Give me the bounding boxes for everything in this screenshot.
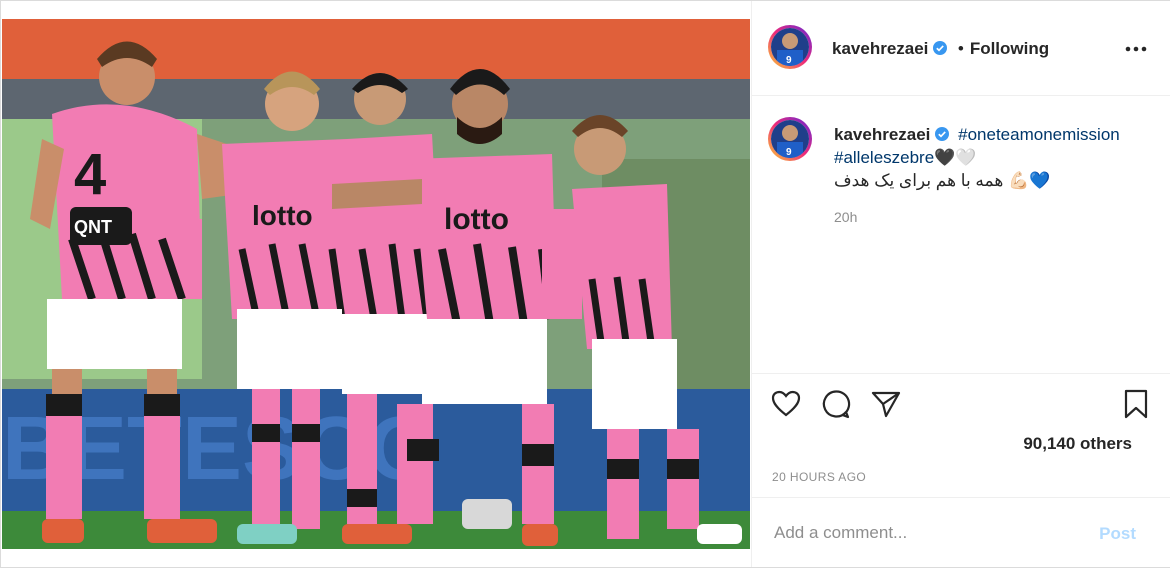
verified-badge-icon (935, 127, 950, 141)
sleeve-sponsor: QNT (74, 217, 112, 237)
caption-username[interactable]: kavehrezaei (834, 125, 930, 144)
team-photo-illustration: BETESCO 4 QNT lotto lotto (2, 19, 750, 549)
caption-text: kavehrezaei #oneteamonemission #allelesz… (834, 123, 1144, 192)
svg-text:9: 9 (786, 55, 792, 66)
bookmark-icon[interactable] (1120, 388, 1152, 420)
hashtag-link[interactable]: #alleleszebre (834, 148, 934, 167)
hashtag-link[interactable]: #oneteamonemission (958, 125, 1120, 144)
caption-persian-text: همه با هم برای یک هدف (834, 171, 1004, 190)
comment-icon[interactable] (820, 388, 852, 420)
shirt-sponsor: lotto (444, 203, 509, 236)
like-heart-icon[interactable] (770, 388, 802, 420)
heart-emoji: 🖤🤍 (934, 148, 977, 167)
emoji-group: 💪🏻💙 (1008, 171, 1051, 190)
separator-dot: • (957, 39, 964, 58)
caption-time[interactable]: 20h (834, 209, 857, 225)
comment-box: Post (752, 497, 1170, 568)
avatar[interactable]: 9 (768, 117, 812, 161)
svg-text:9: 9 (786, 147, 792, 158)
username[interactable]: kavehrezaei (832, 39, 928, 58)
post-photo[interactable]: BETESCO 4 QNT lotto lotto (2, 19, 750, 549)
more-options-icon[interactable] (1124, 39, 1148, 59)
post-header: 9 kavehrezaei • Following (752, 1, 1170, 96)
verified-badge-icon (933, 41, 948, 55)
shirt-sponsor: lotto (252, 200, 313, 231)
action-bar: 90,140 others 20 HOURS AGO (752, 373, 1170, 484)
comment-input[interactable] (772, 522, 1076, 544)
header-user-line: kavehrezaei • Following (832, 39, 1049, 59)
jersey-number: 4 (74, 142, 106, 207)
post-frame: BETESCO 4 QNT lotto lotto 9 kavehrezaei … (0, 0, 1170, 568)
share-icon[interactable] (870, 388, 902, 420)
post-comment-button[interactable]: Post (1099, 524, 1136, 544)
profile-picture-icon: 9 (771, 28, 809, 66)
post-timestamp[interactable]: 20 HOURS AGO (772, 470, 866, 484)
likes-count[interactable]: 90,140 others (1023, 434, 1132, 454)
profile-picture-icon: 9 (771, 120, 809, 158)
post-sidebar: 9 kavehrezaei • Following 9 kavehrezaei … (751, 1, 1170, 567)
following-button[interactable]: Following (970, 39, 1049, 58)
avatar[interactable]: 9 (768, 25, 812, 69)
